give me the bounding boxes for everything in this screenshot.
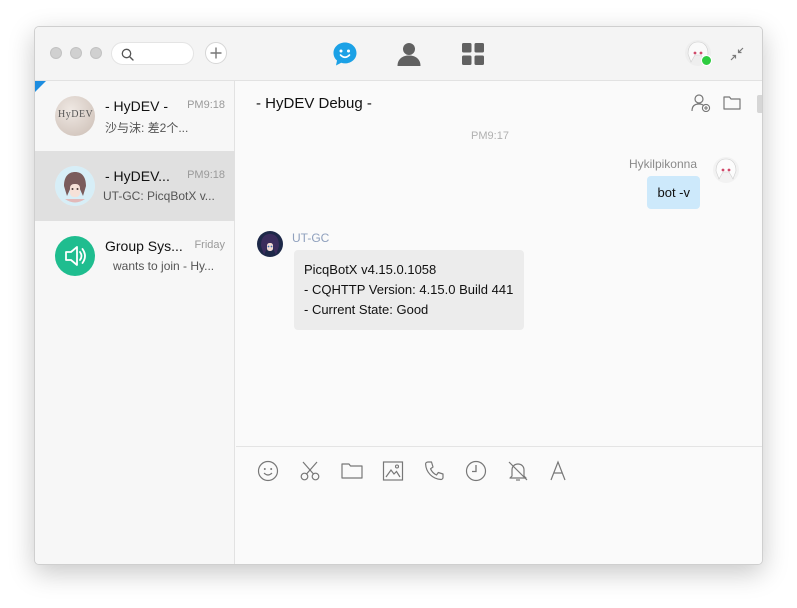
app-window: HyDEV - HyDEV - PM9:18 沙与沫: 差2个... - HyD… <box>34 26 763 565</box>
composer-divider <box>236 446 762 447</box>
system-avatar <box>55 236 95 276</box>
history-icon[interactable] <box>464 459 488 483</box>
conversation-item-hydev[interactable]: HyDEV - HyDEV - PM9:18 沙与沫: 差2个... <box>35 81 235 151</box>
conversation-title: - HyDEV... <box>105 168 170 184</box>
anime-avatar-icon <box>257 231 283 257</box>
folder-icon[interactable] <box>723 95 741 110</box>
zoom-window-button[interactable] <box>90 47 102 59</box>
conversation-item-hydev-debug[interactable]: - HyDEV... PM9:18 UT-GC: PicqBotX v... <box>35 151 235 221</box>
speaker-icon <box>65 246 86 266</box>
conversation-list: HyDEV - HyDEV - PM9:18 沙与沫: 差2个... - HyD… <box>35 81 235 564</box>
conversation-time: Friday <box>194 239 225 251</box>
phone-icon[interactable] <box>422 459 446 483</box>
anime-avatar-icon <box>713 157 739 183</box>
plus-icon <box>210 47 222 59</box>
avatar-text: HyDEV <box>58 109 94 120</box>
conversation-time: PM9:18 <box>187 99 225 111</box>
search-input[interactable] <box>136 45 190 62</box>
time-separator: PM9:17 <box>471 130 509 142</box>
conversation-title: - HyDEV - <box>105 98 168 114</box>
search-box[interactable] <box>111 42 194 65</box>
online-status-dot <box>701 55 712 66</box>
close-window-button[interactable] <box>50 47 62 59</box>
chat-icon[interactable] <box>332 41 358 67</box>
title-bar <box>35 27 762 81</box>
sender-name: Hykilpikonna <box>628 157 697 171</box>
message-line: - Current State: Good <box>304 302 429 317</box>
message-input[interactable] <box>236 491 762 564</box>
conversation-time: PM9:18 <box>187 169 225 181</box>
message-bubble-incoming[interactable]: PicqBotX v4.15.0.1058 - CQHTTP Version: … <box>294 250 524 330</box>
add-button[interactable] <box>205 42 227 64</box>
add-member-icon[interactable] <box>691 94 711 112</box>
message-text: bot -v <box>657 185 690 200</box>
chat-title: - HyDEV Debug - <box>256 95 372 112</box>
group-avatar <box>55 166 95 206</box>
conversation-preview: UT-GC: PicqBotX v... <box>103 189 215 203</box>
conversation-item-group-system[interactable]: Group Sys... Friday wants to join - Hy..… <box>35 221 235 291</box>
folder-icon[interactable] <box>340 459 364 483</box>
apps-icon[interactable] <box>461 42 485 66</box>
screenshot-icon[interactable] <box>298 459 322 483</box>
message-bubble-outgoing[interactable]: bot -v <box>647 176 700 209</box>
message-line: PicqBotX v4.15.0.1058 <box>304 262 437 277</box>
contacts-icon[interactable] <box>396 41 422 67</box>
sender-avatar <box>257 231 283 257</box>
anime-avatar-icon <box>55 166 95 206</box>
conversation-preview: 沙与沫: 差2个... <box>105 121 189 135</box>
image-icon[interactable] <box>381 459 405 483</box>
conversation-title: Group Sys... <box>105 238 183 254</box>
emoji-icon[interactable] <box>256 459 280 483</box>
mute-icon[interactable] <box>506 459 530 483</box>
conversation-preview: wants to join - Hy... <box>113 259 215 273</box>
chat-panel: - HyDEV Debug - PM9:17 Hykilpikonna bot … <box>236 81 762 564</box>
search-icon <box>121 48 134 61</box>
group-avatar: HyDEV <box>55 96 95 136</box>
sender-name: UT-GC <box>292 231 330 245</box>
minimize-window-button[interactable] <box>70 47 82 59</box>
message-line: - CQHTTP Version: 4.15.0 Build 441 <box>304 282 514 297</box>
font-icon[interactable] <box>546 459 570 483</box>
scroll-indicator[interactable] <box>757 95 762 113</box>
collapse-icon[interactable] <box>730 47 744 61</box>
sender-avatar <box>713 157 739 183</box>
